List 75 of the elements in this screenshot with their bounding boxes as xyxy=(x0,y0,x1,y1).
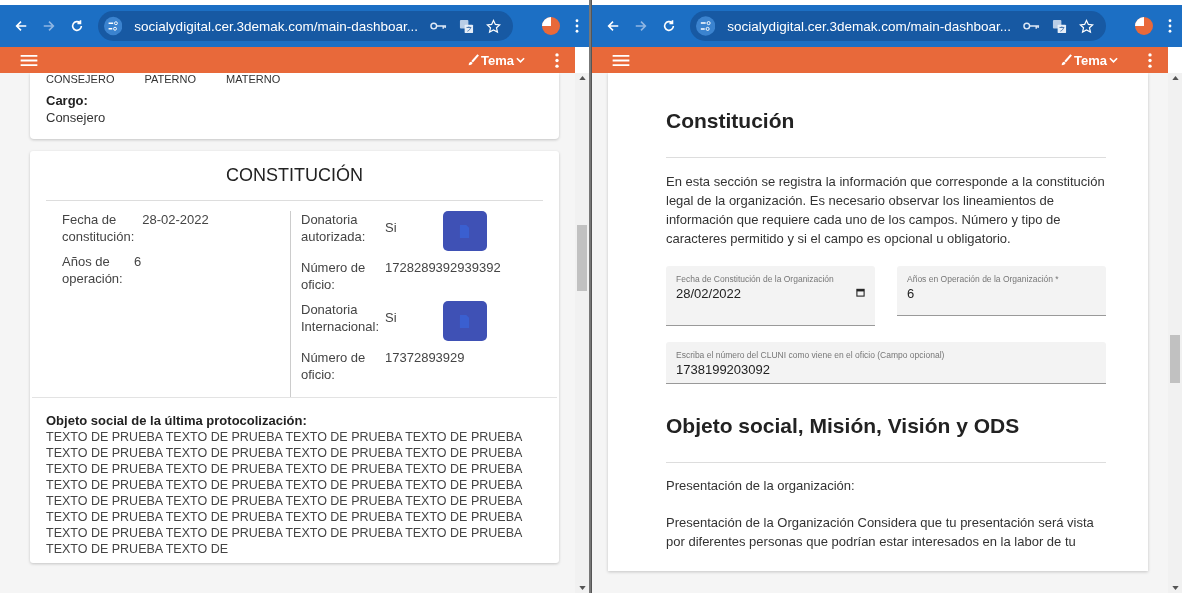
key-icon[interactable] xyxy=(1023,21,1040,31)
field-label: Años de operación: xyxy=(62,253,124,287)
avatar-icon[interactable] xyxy=(541,16,561,36)
field-value: Si xyxy=(385,219,397,236)
field-label: Número de oficio: xyxy=(301,349,367,383)
more-icon[interactable] xyxy=(575,19,579,33)
field-value: 17372893929 xyxy=(385,349,465,366)
menu-icon[interactable] xyxy=(612,53,630,67)
star-icon[interactable] xyxy=(486,18,501,34)
field-label: Cargo: xyxy=(46,92,89,109)
field-label: Presentación de la organización: xyxy=(666,477,856,495)
text-input[interactable]: 1738199203092 xyxy=(676,360,1096,377)
document-icon xyxy=(459,223,471,239)
field-value: 28-02-2022 xyxy=(142,211,209,228)
field-label: Número de oficio: xyxy=(301,259,367,293)
scroll-down-icon[interactable] xyxy=(578,586,586,590)
field-label: Años en Operación de la Organización * xyxy=(907,274,1060,284)
field-label: Fecha de constitución: xyxy=(62,211,135,245)
translate-icon[interactable] xyxy=(459,18,474,34)
field-label: Escriba el número del CLUNI como viene en el oficio (Campo opcional) xyxy=(676,350,946,360)
scrollbar-thumb[interactable] xyxy=(1170,335,1180,383)
star-icon[interactable] xyxy=(1079,18,1094,34)
key-icon[interactable] xyxy=(430,21,447,31)
text-field[interactable]: Años en Operación de la Organización * 6 xyxy=(897,266,1106,316)
scroll-up-icon[interactable] xyxy=(1171,76,1179,80)
field-label: Donatoria Internacional: xyxy=(301,301,381,335)
reload-icon[interactable] xyxy=(70,19,84,33)
more-icon[interactable] xyxy=(1148,52,1152,68)
scroll-down-icon[interactable] xyxy=(1171,586,1179,590)
field-label: Donatoria autorizada: xyxy=(301,211,367,245)
scrollbar[interactable] xyxy=(575,73,589,593)
site-settings-icon[interactable] xyxy=(696,16,716,36)
field-label: Fecha de Constitución de la Organización xyxy=(676,274,835,284)
column-heading: CONSEJERO xyxy=(46,73,115,86)
scrollbar[interactable] xyxy=(1168,73,1182,593)
document-icon xyxy=(459,313,471,329)
text-field[interactable]: Escriba el número del CLUNI como viene en el oficio (Campo opcional) 1738199203092 xyxy=(666,342,1106,384)
brush-icon xyxy=(1060,54,1072,66)
section-title: Objeto social, Misión, Visión y ODS xyxy=(666,404,1106,463)
back-icon[interactable] xyxy=(14,19,28,33)
section-label: Objeto social de la última protocolización: xyxy=(46,412,308,429)
purpose-text: TEXTO DE PRUEBA TEXTO DE PRUEBA TEXTO DE PRUEBA TEXTO DE PRUEBA TEXTO DE PRUEBA TEXTO DE PRUEBA TEXTO DE PRUEBA TEXTO DE PRUEBA TEXTO DE PRUEBA TEXTO DE PRUEBA TEXTO DE PRUEBA TEXTO DE PRUEBA TEXTO DE PRUEBA TEXTO DE PRUEBA TEXTO DE PRUEBA TEXTO DE PRUEBA TEXTO DE PRUEBA TEXTO DE PRUEBA TEXTO DE PRUEBA TEXTO DE PRUEBA TEXTO DE PRUEBA TEXTO DE PRUEBA TEXTO DE PRUEBA TEXTO DE PRUEBA TEXTO DE PRUEBA TEXTO DE PRUEBA TEXTO DE PRUEBA TEXTO DE PRUEBA TEXTO DE PRUEBA TEXTO DE xyxy=(46,429,523,557)
chevron-down-icon xyxy=(1109,57,1118,63)
document-button[interactable] xyxy=(442,211,487,251)
back-icon[interactable] xyxy=(606,19,620,33)
url-text: socialydigital.cer.3demak.com/main-dashboar... xyxy=(727,18,1011,34)
document-button[interactable] xyxy=(442,301,487,341)
column-heading: PATERNO xyxy=(144,73,196,86)
column-heading: MATERNO xyxy=(226,73,281,86)
calendar-icon[interactable] xyxy=(856,288,865,297)
more-icon[interactable] xyxy=(1168,19,1172,33)
scroll-up-icon[interactable] xyxy=(578,76,586,80)
site-settings-icon[interactable] xyxy=(104,16,123,36)
field-value: Si xyxy=(385,309,397,326)
translate-icon[interactable] xyxy=(1052,18,1067,34)
card-title: CONSTITUCIÓN xyxy=(46,161,543,201)
field-value: 6 xyxy=(134,253,142,270)
menu-icon[interactable] xyxy=(20,53,38,67)
scrollbar-thumb[interactable] xyxy=(577,225,587,291)
address-bar[interactable]: socialydigital.cer.3demak.com/main-dashboar... xyxy=(690,11,1106,41)
field-value: 1728289392939392 xyxy=(385,259,501,276)
section-description: En esta sección se registra la información que corresponde a la constitución legal de la organización. Es necesario observar los lineamientos de información que requiere cada uno de los campos. Número y tipo de caracteres permitido y si el campo es opcional u obligatorio. xyxy=(666,173,1106,248)
avatar-icon[interactable] xyxy=(1134,16,1154,36)
date-input[interactable]: 28/02/2022 xyxy=(676,284,852,301)
url-text: socialydigital.cer.3demak.com/main-dashboar... xyxy=(134,18,418,34)
date-field[interactable]: Fecha de Constitución de la Organización 28/02/2022 xyxy=(666,266,875,326)
address-bar[interactable]: socialydigital.cer.3demak.com/main-dashboar... xyxy=(98,11,513,41)
chevron-down-icon xyxy=(516,57,525,63)
field-value: Consejero xyxy=(46,109,107,127)
text-input[interactable]: 6 xyxy=(907,284,1096,301)
reload-icon[interactable] xyxy=(662,19,676,33)
section-title: Constitución xyxy=(666,103,1106,158)
brush-icon xyxy=(467,54,479,66)
more-icon[interactable] xyxy=(555,52,559,68)
presentation-text: Presentación de la Organización Considera que tu presentación será vista por diferentes personas que podrían estar interesados en la labor de tu xyxy=(666,514,1095,551)
